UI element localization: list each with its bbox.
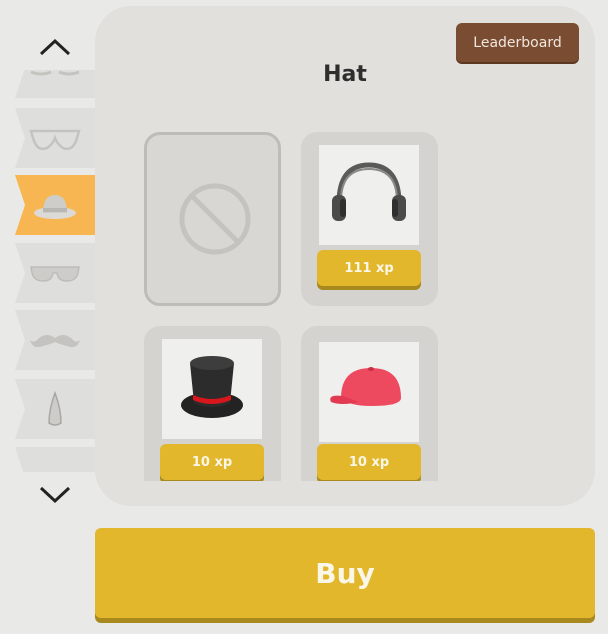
price-button[interactable]: 10 xp — [160, 444, 264, 480]
scroll-up-arrow[interactable] — [37, 36, 73, 60]
category-nose[interactable] — [15, 379, 95, 439]
item-thumbnail — [162, 339, 262, 439]
category-sunglasses[interactable] — [15, 243, 95, 303]
category-unknown[interactable] — [15, 447, 95, 472]
item-card-top-hat[interactable]: 10 xp — [144, 326, 281, 481]
category-hat[interactable] — [15, 175, 95, 235]
chevron-up-icon — [39, 38, 71, 56]
price-button[interactable]: 111 xp — [317, 250, 421, 286]
goggles-icon — [29, 129, 81, 151]
sunglasses-icon — [30, 266, 80, 282]
item-card-headphones[interactable]: 111 xp — [301, 132, 438, 306]
glasses-icon — [30, 70, 80, 76]
nose-icon — [48, 390, 62, 426]
item-thumbnail — [319, 145, 419, 245]
buy-button[interactable]: Buy — [95, 528, 595, 618]
none-icon — [179, 183, 251, 255]
chevron-down-icon — [39, 486, 71, 504]
price-button[interactable]: 10 xp — [317, 444, 421, 480]
item-thumbnail — [319, 342, 419, 442]
cap-icon — [330, 367, 401, 406]
category-list — [15, 70, 97, 472]
scroll-down-arrow[interactable] — [37, 482, 73, 506]
leaderboard-button[interactable]: Leaderboard — [456, 23, 579, 62]
hat-icon — [34, 195, 76, 219]
category-goggles[interactable] — [15, 108, 95, 168]
category-mustache[interactable] — [15, 310, 95, 370]
headphones-icon — [332, 162, 406, 221]
item-card-none[interactable] — [144, 132, 281, 306]
top-hat-icon — [181, 356, 243, 418]
category-glasses[interactable] — [15, 70, 95, 98]
item-grid: 111 xp 10 xp 10 xp — [144, 132, 444, 481]
item-card-cap[interactable]: 10 xp — [301, 326, 438, 481]
category-title: Hat — [323, 62, 367, 87]
mustache-icon — [30, 335, 80, 348]
